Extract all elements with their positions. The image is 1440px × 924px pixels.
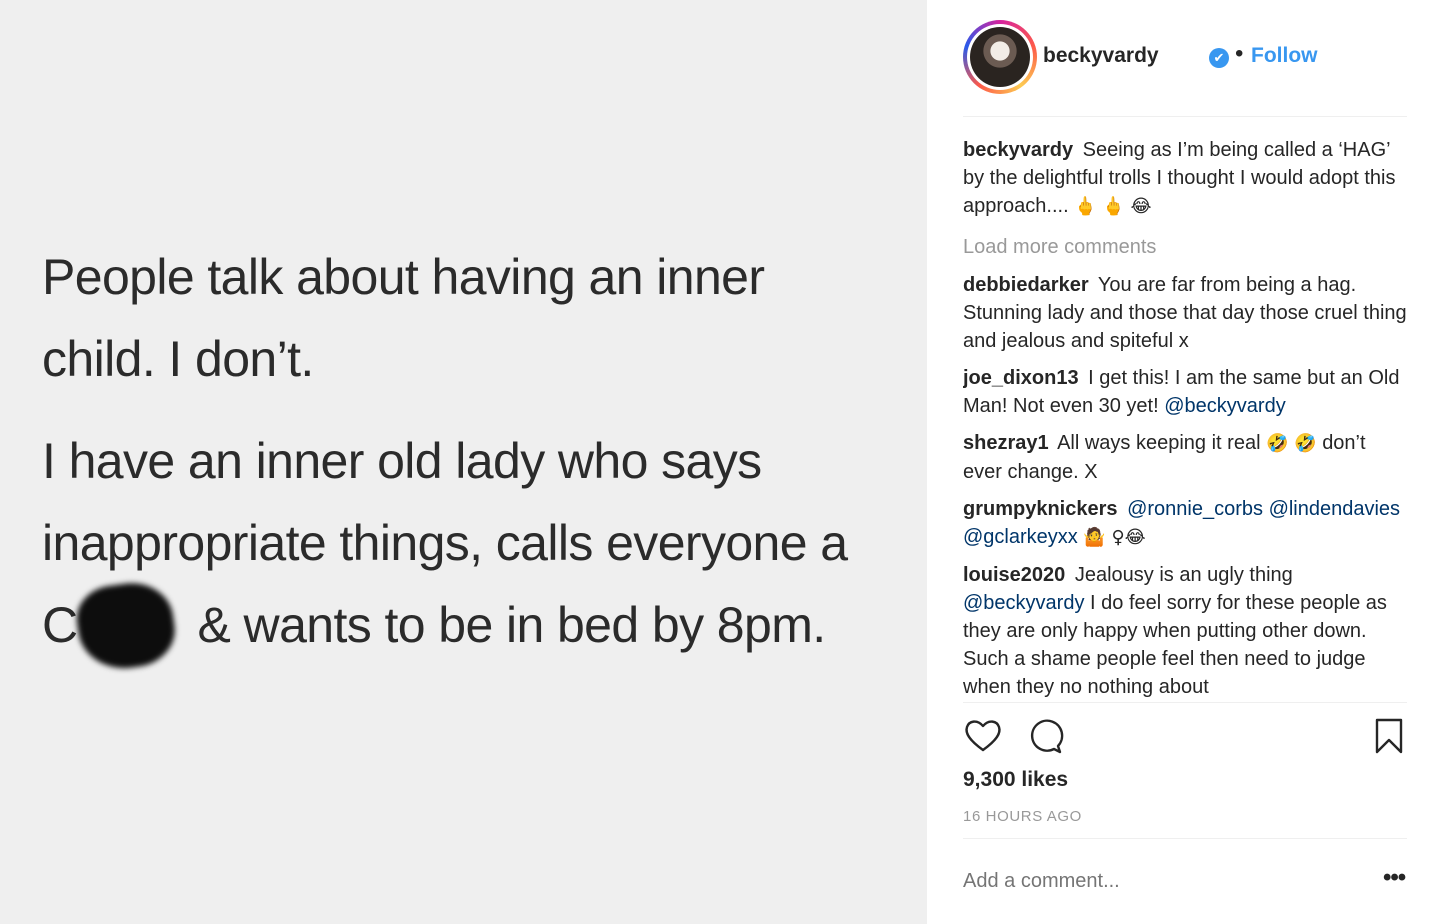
- comment-emoji: 🤷 ♀😂: [1083, 527, 1146, 548]
- bookmark-icon[interactable]: [1369, 716, 1409, 756]
- quote-line-start: C: [42, 597, 78, 653]
- comment-text: Jealousy is an ugly thing: [1074, 564, 1293, 586]
- avatar[interactable]: [963, 20, 1037, 94]
- mention-link[interactable]: @beckyvardy: [963, 592, 1084, 614]
- heart-icon[interactable]: [963, 716, 1003, 756]
- follow-button[interactable]: Follow: [1251, 44, 1318, 68]
- load-more-comments-button[interactable]: Load more comments: [963, 233, 1407, 261]
- quote-line: I have an inner old lady who says: [42, 433, 762, 489]
- header-username[interactable]: beckyvardy: [1043, 44, 1159, 68]
- list-item: shezray1 All ways keeping it real 🤣 🤣 do…: [963, 429, 1407, 486]
- more-options-icon[interactable]: •••: [1383, 864, 1406, 892]
- list-item: debbiedarker You are far from being a ha…: [963, 271, 1407, 355]
- post-image[interactable]: People talk about having an inner child.…: [0, 0, 926, 924]
- comment-username[interactable]: joe_dixon13: [963, 367, 1079, 389]
- caption-emoji: 🖕 🖕 😂: [1074, 196, 1152, 217]
- mention-link[interactable]: @beckyvardy: [1164, 395, 1285, 417]
- divider: [963, 838, 1407, 839]
- likes-count[interactable]: 9,300 likes: [963, 768, 1068, 792]
- caption-username[interactable]: beckyvardy: [963, 139, 1073, 161]
- comment-username[interactable]: debbiedarker: [963, 274, 1089, 296]
- list-item: grumpyknickers @ronnie_corbs @lindendavi…: [963, 495, 1407, 552]
- comment-text: All ways keeping it real: [1057, 432, 1261, 454]
- comment-icon[interactable]: [1025, 716, 1065, 756]
- comment-username[interactable]: louise2020: [963, 564, 1065, 586]
- comment-username[interactable]: shezray1: [963, 432, 1049, 454]
- post-side-panel: beckyvardy ✔ • Follow beckyvardy Seeing …: [926, 0, 1440, 924]
- list-item: joe_dixon13 I get this! I am the same bu…: [963, 364, 1407, 420]
- quote-line-end: & wants to be in bed by 8pm.: [197, 597, 827, 653]
- comment-username[interactable]: grumpyknickers: [963, 498, 1118, 520]
- verified-badge-icon: ✔: [1209, 48, 1229, 68]
- separator-dot: •: [1235, 40, 1244, 67]
- comments-list[interactable]: beckyvardy Seeing as I’m being called a …: [963, 136, 1407, 702]
- divider: [963, 702, 1407, 703]
- add-comment-input[interactable]: [963, 870, 1343, 893]
- quote-line: inappropriate things, calls everyone a: [42, 515, 848, 571]
- post-header: beckyvardy ✔ • Follow: [963, 20, 1407, 117]
- quote-paragraph-1: People talk about having an inner child.…: [42, 236, 765, 400]
- quote-line: child. I don’t.: [42, 331, 314, 387]
- caption: beckyvardy Seeing as I’m being called a …: [963, 136, 1407, 221]
- action-bar: [963, 716, 1407, 760]
- post-timestamp[interactable]: 16 HOURS AGO: [963, 808, 1082, 825]
- comment-emoji: 🤣 🤣: [1266, 433, 1317, 454]
- list-item: louise2020 Jealousy is an ugly thing @be…: [963, 561, 1407, 701]
- quote-line: People talk about having an inner: [42, 249, 765, 305]
